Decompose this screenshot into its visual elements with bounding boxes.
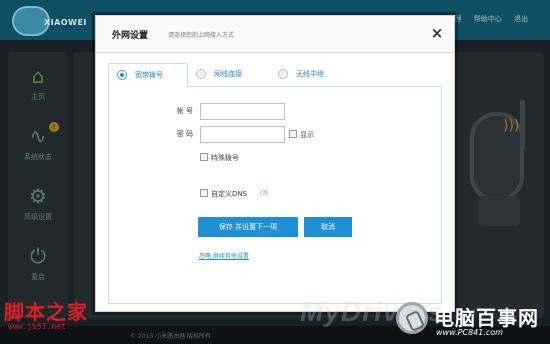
custom-dns-checkbox[interactable] [200,189,208,197]
home-icon: ⌂ [31,64,45,88]
tab-wireless-relay[interactable]: 无线中继 [278,63,368,87]
wan-settings-dialog: 外网设置 请选择您的上网接入方式 × 帐 号 密 码 显示 特殊拨号 自定义DN… [95,15,455,312]
dialog-subtitle: 请选择您的上网接入方式 [168,32,235,39]
tab-wired[interactable]: 网线连接 [196,63,276,87]
radio-unchecked-icon [196,69,206,79]
password-input[interactable] [200,126,285,143]
dialog-header: 外网设置 请选择您的上网接入方式 × [96,16,454,53]
sidebar-item-advanced[interactable]: ⚙ 高级设置 [8,176,68,234]
tab-panel-pppoe: 帐 号 密 码 显示 特殊拨号 自定义DNS (?) 保存 并设置下一项 取消 … [108,86,442,304]
header-link-logout[interactable]: 退出 [514,15,528,23]
sidebar-item-label: 系统状态 [24,153,52,161]
gear-icon: ⚙ [29,184,47,208]
radio-unchecked-icon [278,69,288,79]
save-next-button[interactable]: 保存 并设置下一项 [198,217,298,237]
sidebar-item-label: 主页 [31,93,45,101]
sidebar: ⌂ 主页 ∿ ! 系统状态 ⚙ 高级设置 ⏻ 重启 [8,52,68,318]
sidebar-item-home[interactable]: ⌂ 主页 [8,56,68,114]
special-dial-label: 特殊拨号 [211,154,239,162]
header-link-help[interactable]: 帮助中心 [474,15,502,23]
password-label: 密 码 [176,130,193,138]
account-label: 帐 号 [176,107,193,115]
tab-pppoe[interactable]: 宽带拨号 [108,63,188,87]
pc841-watermark: 电脑百事网 www.PC841.com [396,300,546,342]
router-base [478,196,520,226]
skip-settings-link[interactable]: 忽略,继续其他设置 [199,251,249,260]
wifi-signal-icon: ))) [503,118,520,134]
connection-type-tabs: 宽带拨号 网线连接 无线中继 [108,63,442,87]
show-password-checkbox[interactable] [289,130,297,138]
sidebar-item-label: 高级设置 [24,213,52,221]
jb51-watermark-title: 脚本之家 [4,300,88,324]
alert-badge: ! [49,122,59,132]
account-row: 帐 号 [109,103,441,121]
dns-help-link[interactable]: (?) [260,190,268,197]
tab-label: 宽带拨号 [135,71,163,79]
cancel-button[interactable]: 取消 [304,217,352,237]
footer-copyright: © 2013 小米路由器 版权所有 [130,333,211,340]
router-logo-text: XIAOWEI [44,18,87,27]
pc841-watermark-title: 电脑百事网 [434,306,539,330]
pc841-watermark-url: www.PC841.com [436,328,503,337]
show-password-label: 显示 [300,131,314,139]
sidebar-item-reboot[interactable]: ⏻ 重启 [8,236,68,294]
special-dial-checkbox[interactable] [200,153,208,161]
custom-dns-label: 自定义DNS [211,190,248,198]
jb51-watermark-url: www.jb51.net [8,322,66,331]
sidebar-item-label: 重启 [31,273,45,281]
password-row: 密 码 显示 [109,126,441,144]
dialog-title: 外网设置 [112,31,149,41]
power-icon: ⏻ [30,244,46,268]
sidebar-item-status[interactable]: ∿ ! 系统状态 [8,116,68,174]
tab-label: 网线连接 [214,70,242,78]
account-input[interactable] [200,103,285,120]
close-icon[interactable]: × [428,24,446,42]
pulse-icon: ∿ [29,124,47,148]
radio-checked-icon [117,70,127,80]
tab-label: 无线中继 [296,70,324,78]
jb51-watermark: 脚本之家 www.jb51.net [4,296,102,340]
pc841-logo-icon [396,302,428,334]
